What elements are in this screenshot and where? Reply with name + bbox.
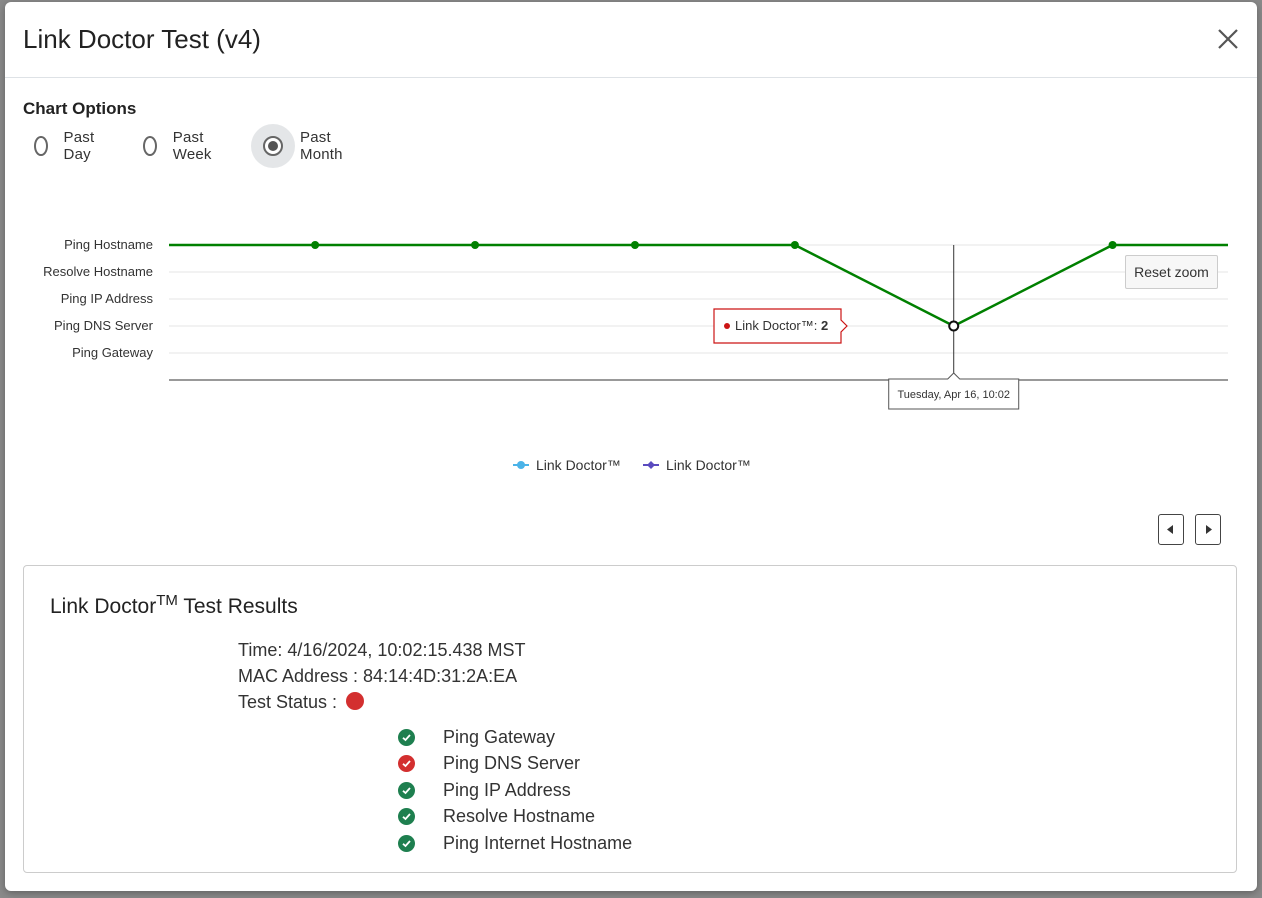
data-point xyxy=(1108,241,1117,249)
test-status-label: Test Status : xyxy=(238,692,338,712)
check-item: Ping DNS Server xyxy=(398,751,580,775)
check-label: Ping IP Address xyxy=(443,779,571,800)
results-title-main: Link Doctor xyxy=(50,595,157,618)
link-doctor-chart[interactable]: Ping Gateway Ping DNS Server Ping IP Addre… xyxy=(5,182,1257,492)
caret-left-icon xyxy=(1167,525,1173,534)
trademark-sup: TM xyxy=(156,592,178,609)
status-dot-icon xyxy=(346,692,365,710)
data-point xyxy=(790,241,799,249)
modal-title: Link Doctor Test (v4) xyxy=(23,24,261,54)
data-point xyxy=(311,241,320,249)
test-time: Time: 4/16/2024, 10:02:15.438 MST xyxy=(238,640,526,660)
check-item: Ping IP Address xyxy=(398,778,571,802)
previous-button[interactable] xyxy=(1158,514,1184,545)
check-pass-icon xyxy=(398,728,415,746)
check-label: Ping DNS Server xyxy=(443,752,581,773)
y-axis-label: Ping IP Address xyxy=(61,291,154,306)
y-axis-label: Resolve Hostname xyxy=(43,264,153,279)
link-doctor-modal: Link Doctor Test (v4) Chart Options Past… xyxy=(5,2,1257,891)
legend-label: Link Doctor™ xyxy=(666,457,751,473)
radio-past-day[interactable]: Past Day xyxy=(34,126,101,166)
chart-options-title: Chart Options xyxy=(23,99,137,118)
close-button[interactable] xyxy=(1213,24,1243,54)
tooltip-dot-icon xyxy=(724,323,730,329)
check-label: Ping Gateway xyxy=(443,726,556,747)
y-axis-label: Ping Hostname xyxy=(64,237,153,252)
radio-past-month[interactable]: Past Month xyxy=(251,124,343,168)
check-fail-icon xyxy=(398,754,415,772)
y-axis-label: Ping DNS Server xyxy=(54,318,154,333)
test-status: Test Status : xyxy=(238,692,365,713)
data-point xyxy=(630,241,639,249)
next-button[interactable] xyxy=(1195,514,1221,545)
legend-marker xyxy=(647,461,655,469)
reset-zoom-button[interactable]: Reset zoom xyxy=(1125,255,1218,289)
radio-label: Past Month xyxy=(300,129,343,163)
check-label: Ping Internet Hostname xyxy=(443,832,633,853)
check-pass-icon xyxy=(398,781,415,799)
close-icon xyxy=(1218,29,1238,49)
series-line xyxy=(169,243,1228,328)
check-item: Ping Internet Hostname xyxy=(398,831,632,855)
y-axis-label: Ping Gateway xyxy=(72,345,153,360)
tooltip-text: Link Doctor™: 2 xyxy=(735,318,828,333)
data-point xyxy=(471,241,480,249)
results-title: Link DoctorTM Test Results xyxy=(50,592,298,619)
hover-point xyxy=(948,320,960,332)
radio-circle-checked-icon xyxy=(263,136,283,156)
mac-address: MAC Address : 84:14:4D:31:2A:EA xyxy=(238,666,518,686)
legend-marker xyxy=(517,461,525,469)
check-item: Resolve Hostname xyxy=(398,804,595,828)
crosshair-label: Tuesday, Apr 16, 10:02 xyxy=(897,389,1010,401)
check-pass-icon xyxy=(398,834,415,852)
check-item: Ping Gateway xyxy=(398,725,555,749)
caret-right-icon xyxy=(1206,525,1212,534)
radio-circle-icon xyxy=(34,136,48,156)
test-results-panel: Link DoctorTM Test Results Time: 4/16/20… xyxy=(23,565,1237,873)
radio-past-week[interactable]: Past Week xyxy=(143,126,218,166)
modal-header: Link Doctor Test (v4) xyxy=(5,2,1257,78)
radio-circle-icon xyxy=(143,136,157,156)
legend-label: Link Doctor™ xyxy=(536,457,621,473)
check-label: Resolve Hostname xyxy=(443,805,596,826)
check-pass-icon xyxy=(398,807,415,825)
radio-label: Past Day xyxy=(63,129,95,163)
radio-label: Past Week xyxy=(172,129,212,163)
results-title-rest: Test Results xyxy=(177,595,298,618)
